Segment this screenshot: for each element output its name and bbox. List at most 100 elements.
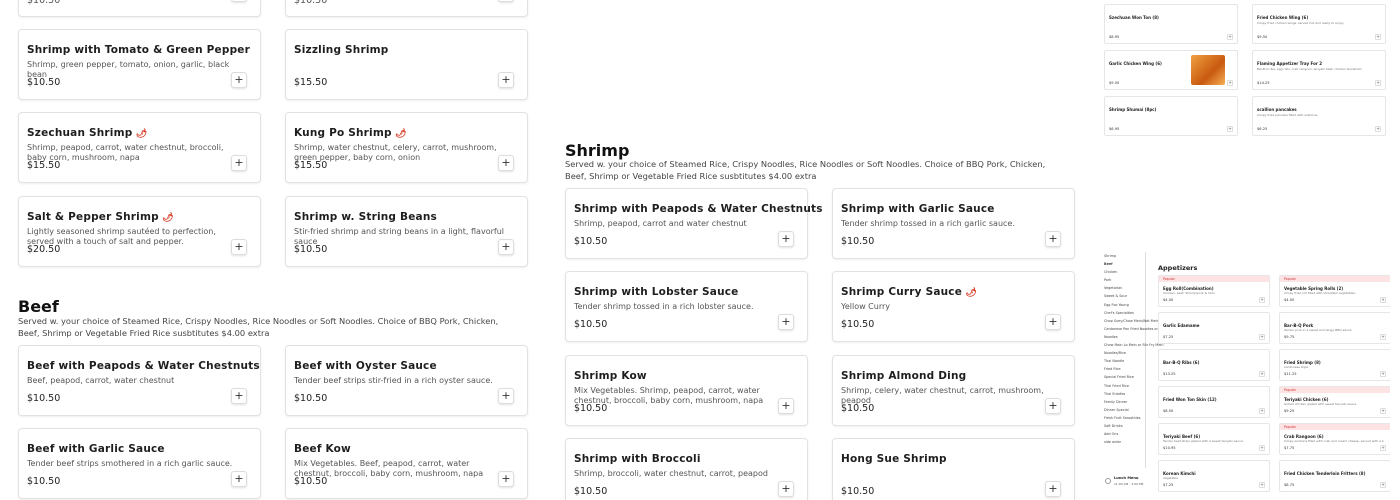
sidebar-category[interactable]: Add Ons bbox=[1100, 430, 1145, 438]
mini-menu-card[interactable]: Popular Egg Roll(Combination) Chicken, bee… bbox=[1158, 275, 1270, 307]
mini-menu-card[interactable]: Bar-B-Q Pork Tender pork in a sweet and t… bbox=[1279, 312, 1390, 344]
add-to-cart-button[interactable] bbox=[231, 0, 247, 2]
mini-add-button[interactable]: + bbox=[1375, 80, 1381, 86]
mini-menu-card[interactable]: Popular Teriyaki Chicken (6) Grilled chick… bbox=[1279, 386, 1390, 418]
menu-item-card[interactable]: Shrimp Curry Sauce 🌶 Yellow Curry $10.50 + bbox=[832, 271, 1075, 342]
add-to-cart-button[interactable]: + bbox=[498, 471, 514, 487]
sidebar-category[interactable]: Special Fried Rice bbox=[1100, 373, 1145, 381]
menu-item-card[interactable]: Sizzling Shrimp $15.50 + bbox=[285, 29, 528, 100]
menu-item-card[interactable]: $10.50 bbox=[18, 0, 261, 17]
mini-add-button[interactable]: + bbox=[1259, 297, 1265, 303]
mini-add-button[interactable]: + bbox=[1259, 408, 1265, 414]
add-to-cart-button[interactable]: + bbox=[778, 398, 794, 414]
mini-menu-card[interactable]: Shrimp Shumai (8pc) $6.95 + bbox=[1104, 96, 1238, 136]
add-to-cart-button[interactable]: + bbox=[498, 72, 514, 88]
mini-add-button[interactable]: + bbox=[1259, 482, 1265, 488]
menu-item-card[interactable]: Beef Kow Mix Vegetables. Beef, peapod, ca… bbox=[285, 428, 528, 499]
mini-menu-card[interactable]: Szechuan Won Ton (8) $8.95 + bbox=[1104, 4, 1238, 44]
sidebar-category[interactable]: Sweet & Sour bbox=[1100, 292, 1145, 300]
sidebar-category[interactable]: Chow Main Lo Mein or Stir Fry Mein bbox=[1100, 341, 1164, 349]
mini-add-button[interactable]: + bbox=[1380, 297, 1386, 303]
menu-item-card[interactable]: $10.50 bbox=[285, 0, 528, 17]
menu-item-card[interactable]: Beef with Peapods & Water Chestnuts Beef,… bbox=[18, 345, 261, 416]
add-to-cart-button[interactable]: + bbox=[498, 388, 514, 404]
mini-menu-card[interactable]: Garlic Chicken Wing (6) $9.50 + bbox=[1104, 50, 1238, 90]
menu-item-card[interactable]: Beef with Garlic Sauce Tender beef strips… bbox=[18, 428, 261, 499]
sidebar-category[interactable]: Fresh Fruit Smoothies bbox=[1100, 414, 1145, 422]
mini-add-button[interactable]: + bbox=[1375, 34, 1381, 40]
sidebar-category[interactable]: Thai Entrées bbox=[1100, 390, 1145, 398]
sidebar-category[interactable]: Egg Foo Young bbox=[1100, 301, 1145, 309]
menu-item-card[interactable]: Shrimp with Tomato & Green Pepper Shrimp,… bbox=[18, 29, 261, 100]
sidebar-category[interactable]: side order bbox=[1100, 438, 1145, 446]
add-to-cart-button[interactable]: + bbox=[231, 471, 247, 487]
mini-menu-card[interactable]: Flaming Appetizer Tray For 2 Bar-B-Q ribs… bbox=[1252, 50, 1386, 90]
sidebar-category[interactable]: Pork bbox=[1100, 276, 1145, 284]
sidebar-category[interactable]: Chef's Specialties bbox=[1100, 309, 1145, 317]
sidebar-category[interactable]: Noodles bbox=[1100, 333, 1145, 341]
sidebar-category[interactable]: Shrimp bbox=[1100, 252, 1145, 260]
mini-menu-card[interactable]: Fried Won Ton Skin (12) $8.50 + bbox=[1158, 386, 1270, 418]
sidebar-category[interactable]: Noodles/Rice bbox=[1100, 349, 1145, 357]
mini-menu-card[interactable]: Popular Vegetable Spring Rolls (2) Crispy … bbox=[1279, 275, 1390, 307]
mini-add-button[interactable]: + bbox=[1380, 371, 1386, 377]
menu-item-card[interactable]: Shrimp with Broccoli Shrimp, broccoli, wa… bbox=[565, 438, 808, 500]
menu-item-card[interactable]: Salt & Pepper Shrimp 🌶 Lightly seasoned s… bbox=[18, 196, 261, 267]
add-to-cart-button[interactable]: + bbox=[1045, 481, 1061, 497]
mini-add-button[interactable]: + bbox=[1259, 445, 1265, 451]
add-to-cart-button[interactable]: + bbox=[231, 72, 247, 88]
mini-menu-card[interactable]: Garlic Edamame $7.25 + bbox=[1158, 312, 1270, 344]
menu-item-card[interactable]: Shrimp w. String Beans Stir-fried shrimp … bbox=[285, 196, 528, 267]
mini-add-button[interactable]: + bbox=[1380, 445, 1386, 451]
mini-add-button[interactable]: + bbox=[1380, 334, 1386, 340]
add-to-cart-button[interactable]: + bbox=[1045, 398, 1061, 414]
sidebar-category[interactable]: Soft Drinks bbox=[1100, 422, 1145, 430]
add-to-cart-button[interactable] bbox=[498, 0, 514, 2]
add-to-cart-button[interactable]: + bbox=[231, 155, 247, 171]
sidebar-category[interactable]: Cantonese Pan Fried Noodles or Lo Mein bbox=[1100, 325, 1172, 333]
sidebar-category[interactable]: Dinner Special bbox=[1100, 406, 1145, 414]
mini-menu-card[interactable]: Fried Chicken Wing (6) Crispy fried chick… bbox=[1252, 4, 1386, 44]
add-to-cart-button[interactable]: + bbox=[498, 155, 514, 171]
menu-item-card[interactable]: Shrimp with Peapods & Water Chestnuts Shr… bbox=[565, 188, 823, 259]
mini-add-button[interactable]: + bbox=[1227, 34, 1233, 40]
add-to-cart-button[interactable]: + bbox=[498, 239, 514, 255]
mini-menu-card[interactable]: Korean Kimchi Vegetable $7.25 + bbox=[1158, 460, 1270, 492]
mini-add-button[interactable]: + bbox=[1380, 408, 1386, 414]
sidebar-category[interactable]: Vegetarian bbox=[1100, 284, 1145, 292]
menu-item-card[interactable]: Beef with Oyster Sauce Tender beef strips… bbox=[285, 345, 528, 416]
menu-item-card[interactable]: Hong Sue Shrimp $10.50 + bbox=[832, 438, 1075, 500]
menu-item-card[interactable]: Shrimp with Garlic Sauce Tender shrimp to… bbox=[832, 188, 1075, 259]
add-to-cart-button[interactable]: + bbox=[231, 388, 247, 404]
sidebar-category[interactable]: Thai Fried Rice bbox=[1100, 382, 1145, 390]
add-to-cart-button[interactable]: + bbox=[1045, 231, 1061, 247]
mini-menu-card[interactable]: Popular Crab Rangoon (6) Crispy wontons fi… bbox=[1279, 423, 1390, 455]
mini-menu-card[interactable]: Bar-B-Q Ribs (6) $13.25 + bbox=[1158, 349, 1270, 381]
mini-menu-card[interactable]: Fried Shrimp (8) Cantonese style $11.25 + bbox=[1279, 349, 1390, 381]
lunch-toggle[interactable] bbox=[1105, 478, 1111, 484]
mini-add-button[interactable]: + bbox=[1380, 482, 1386, 488]
mini-add-button[interactable]: + bbox=[1227, 126, 1233, 132]
sidebar-category[interactable]: Fried Rice bbox=[1100, 365, 1145, 373]
mini-menu-card[interactable]: Teriyaki Beef (6) Tender beef strips glaz… bbox=[1158, 423, 1270, 455]
mini-add-button[interactable]: + bbox=[1375, 126, 1381, 132]
menu-item-card[interactable]: Kung Po Shrimp 🌶 Shrimp, water chestnut, … bbox=[285, 112, 528, 183]
sidebar-category[interactable]: Chicken bbox=[1100, 268, 1145, 276]
add-to-cart-button[interactable]: + bbox=[1045, 314, 1061, 330]
menu-item-card[interactable]: Shrimp with Lobster Sauce Tender shrimp t… bbox=[565, 271, 808, 342]
add-to-cart-button[interactable]: + bbox=[231, 239, 247, 255]
sidebar-category[interactable]: Chop Suey/Chow Mein/Wat Mein bbox=[1100, 317, 1159, 325]
sidebar-category[interactable]: Beef bbox=[1100, 260, 1145, 268]
mini-add-button[interactable]: + bbox=[1259, 334, 1265, 340]
menu-item-card[interactable]: Shrimp Almond Ding Shrimp, celery, water … bbox=[832, 355, 1075, 426]
add-to-cart-button[interactable]: + bbox=[778, 231, 794, 247]
mini-menu-card[interactable]: Fried Chicken Tenderloin Fritters (8) $8.… bbox=[1279, 460, 1390, 492]
sidebar-category[interactable]: Family Dinner bbox=[1100, 398, 1145, 406]
menu-item-card[interactable]: Shrimp Kow Mix Vegetables. Shrimp, peapod… bbox=[565, 355, 808, 426]
mini-add-button[interactable]: + bbox=[1259, 371, 1265, 377]
mini-add-button[interactable]: + bbox=[1227, 80, 1233, 86]
add-to-cart-button[interactable]: + bbox=[778, 314, 794, 330]
menu-item-card[interactable]: Szechuan Shrimp 🌶 Shrimp, peapod, carrot,… bbox=[18, 112, 261, 183]
mini-menu-card[interactable]: scallion pancakes Crispy fried pancake fi… bbox=[1252, 96, 1386, 136]
sidebar-category[interactable]: Thai Noodle bbox=[1100, 357, 1145, 365]
